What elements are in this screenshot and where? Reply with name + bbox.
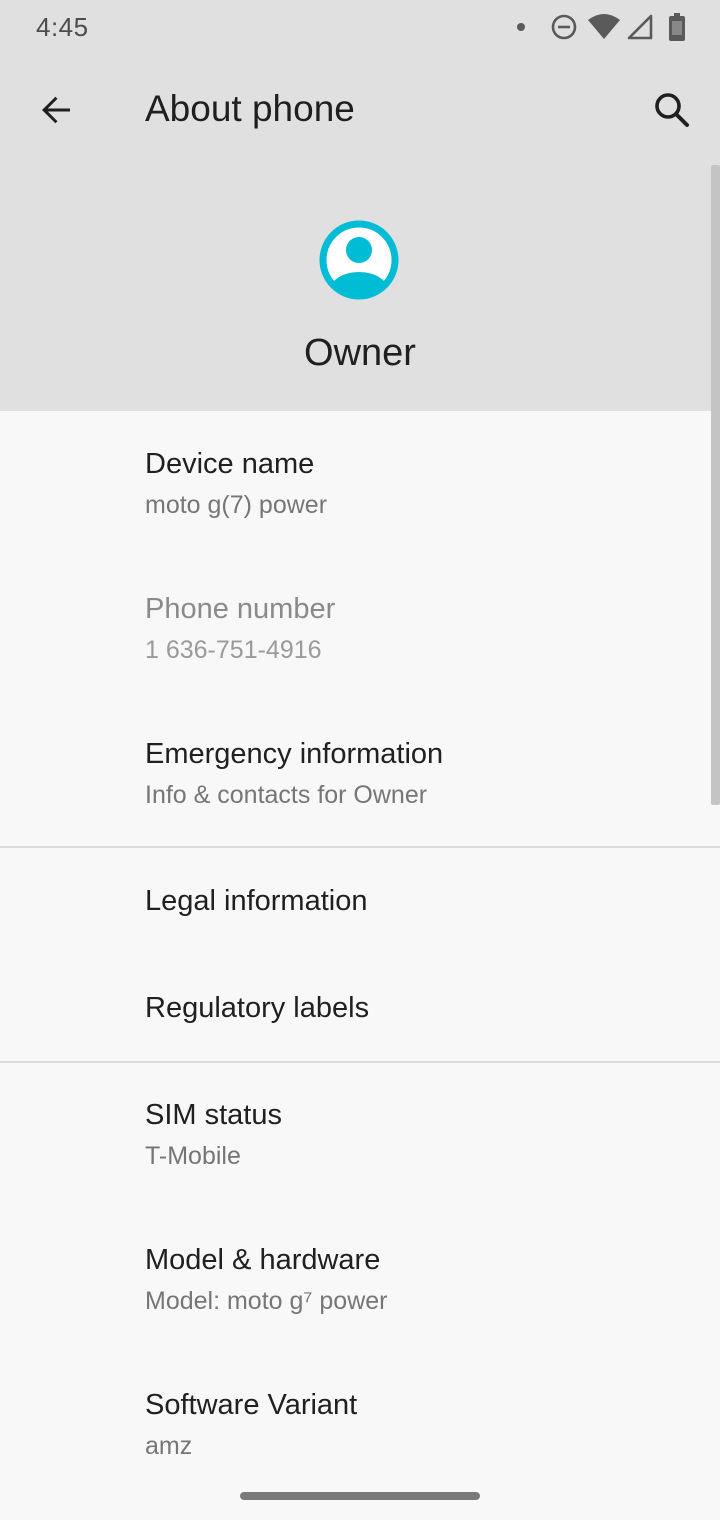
list-item-phone-number: Phone number 1 636-751-4916 <box>0 556 720 701</box>
list-item-model-hardware[interactable]: Model & hardware Model: moto g⁷ power <box>0 1208 720 1353</box>
notification-dot-icon <box>510 22 532 32</box>
do-not-disturb-icon <box>544 13 584 41</box>
item-title: Model & hardware <box>145 1244 381 1276</box>
item-summary: amz <box>145 1432 193 1460</box>
item-summary: Info & contacts for Owner <box>145 781 428 809</box>
list-item-emergency-information[interactable]: Emergency information Info & contacts fo… <box>0 701 720 846</box>
item-title: Regulatory labels <box>145 992 370 1024</box>
battery-icon <box>664 13 690 41</box>
item-title: Software Variant <box>145 1389 358 1421</box>
cell-signal-icon <box>624 14 656 40</box>
item-summary: Model: moto g⁷ power <box>145 1287 388 1315</box>
status-bar: 4:45 <box>0 0 720 56</box>
item-summary: moto g(7) power <box>145 491 328 519</box>
item-summary: T-Mobile <box>145 1142 241 1170</box>
back-button[interactable] <box>26 80 86 140</box>
list-item-regulatory-labels[interactable]: Regulatory labels <box>0 955 720 1062</box>
status-time: 4:45 <box>36 12 89 42</box>
page-title: About phone <box>145 88 355 129</box>
toolbar: About phone <box>0 60 720 160</box>
item-title: Phone number <box>145 593 336 625</box>
list-item-sim-status[interactable]: SIM status T-Mobile <box>0 1063 720 1208</box>
list-item-software-variant[interactable]: Software Variant amz <box>0 1353 720 1493</box>
item-title: Emergency information <box>145 738 444 770</box>
list-item-legal-information[interactable]: Legal information <box>0 848 720 955</box>
search-button[interactable] <box>640 78 704 142</box>
about-phone-screen: 4:45 About phone Owner Device name moto … <box>0 0 720 1520</box>
owner-name: Owner <box>304 332 416 374</box>
status-icons <box>510 12 690 42</box>
search-icon <box>655 93 689 127</box>
item-title: Device name <box>145 448 315 480</box>
account-circle-icon <box>319 220 399 300</box>
list-item-device-name[interactable]: Device name moto g(7) power <box>0 411 720 556</box>
arrow-back-icon <box>42 96 70 124</box>
header: 4:45 About phone Owner <box>0 0 720 411</box>
wifi-icon <box>584 13 624 41</box>
gesture-nav-handle[interactable] <box>240 1492 480 1500</box>
item-title: SIM status <box>145 1099 282 1131</box>
item-title: Legal information <box>145 885 368 917</box>
profile-card: Owner <box>0 200 720 411</box>
item-summary: 1 636-751-4916 <box>145 636 322 664</box>
